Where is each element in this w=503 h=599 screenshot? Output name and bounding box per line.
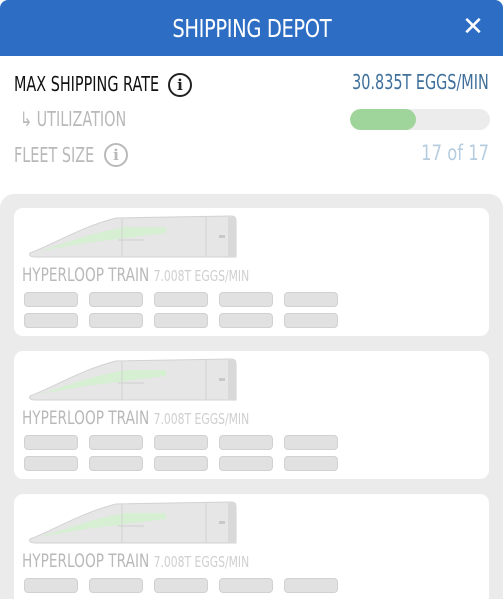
- vehicle-card[interactable]: HYPERLOOP TRAIN 7.008T EGGS/MIN: [14, 494, 489, 599]
- train-car-slot[interactable]: [284, 578, 338, 593]
- vehicle-rate: 7.008T EGGS/MIN: [153, 553, 250, 571]
- fleet-size-value: 17 of 17: [421, 141, 489, 165]
- utilization-bar-fill: [350, 109, 416, 130]
- vehicle-rate: 7.008T EGGS/MIN: [153, 267, 250, 285]
- vehicle-name: HYPERLOOP TRAIN: [22, 550, 150, 572]
- max-shipping-rate-label: MAX SHIPPING RATE: [14, 72, 160, 96]
- train-car-slot[interactable]: [154, 456, 208, 471]
- train-car-slot[interactable]: [284, 313, 338, 328]
- train-car-slot[interactable]: [89, 292, 143, 307]
- train-car-slot[interactable]: [154, 313, 208, 328]
- hyperloop-train-icon: [26, 499, 238, 549]
- train-car-slot[interactable]: [89, 313, 143, 328]
- fleet-size-label: FLEET SIZE: [14, 143, 95, 167]
- vehicle-name: HYPERLOOP TRAIN: [22, 407, 150, 429]
- train-car-slot[interactable]: [219, 435, 273, 450]
- vehicle-title: HYPERLOOP TRAIN 7.008T EGGS/MIN: [22, 407, 249, 429]
- panel-title: SHIPPING DEPOT: [172, 13, 331, 43]
- train-car-slot[interactable]: [154, 578, 208, 593]
- train-car-slot[interactable]: [24, 578, 78, 593]
- header-bar: SHIPPING DEPOT ✕: [0, 0, 503, 56]
- train-car-slot[interactable]: [284, 292, 338, 307]
- vehicle-card[interactable]: HYPERLOOP TRAIN 7.008T EGGS/MIN: [14, 208, 489, 336]
- train-car-slot[interactable]: [24, 292, 78, 307]
- hyperloop-train-icon: [26, 356, 238, 406]
- hyperloop-train-icon: [26, 213, 238, 263]
- vehicle-rate: 7.008T EGGS/MIN: [153, 410, 250, 428]
- train-car-slot[interactable]: [284, 435, 338, 450]
- info-icon[interactable]: i: [104, 143, 128, 167]
- vehicle-card[interactable]: HYPERLOOP TRAIN 7.008T EGGS/MIN: [14, 351, 489, 479]
- train-car-slot[interactable]: [24, 313, 78, 328]
- train-car-slot[interactable]: [89, 435, 143, 450]
- utilization-bar: [350, 109, 490, 130]
- vehicle-list[interactable]: HYPERLOOP TRAIN 7.008T EGGS/MIN HYPERLOO…: [0, 194, 503, 599]
- vehicle-name: HYPERLOOP TRAIN: [22, 264, 150, 286]
- train-car-slot[interactable]: [219, 578, 273, 593]
- train-car-slot[interactable]: [219, 292, 273, 307]
- train-car-slot[interactable]: [89, 578, 143, 593]
- utilization-label: ↳ UTILIZATION: [20, 107, 127, 131]
- train-car-slot[interactable]: [219, 456, 273, 471]
- train-car-slot[interactable]: [24, 456, 78, 471]
- vehicle-title: HYPERLOOP TRAIN 7.008T EGGS/MIN: [22, 550, 249, 572]
- info-icon[interactable]: i: [168, 73, 192, 97]
- train-car-slot[interactable]: [24, 435, 78, 450]
- train-car-slot[interactable]: [154, 435, 208, 450]
- max-shipping-rate-value: 30.835T EGGS/MIN: [352, 70, 489, 94]
- close-button[interactable]: ✕: [459, 13, 487, 41]
- train-car-slot[interactable]: [89, 456, 143, 471]
- train-car-slot[interactable]: [219, 313, 273, 328]
- train-car-slot[interactable]: [284, 456, 338, 471]
- train-car-slot[interactable]: [154, 292, 208, 307]
- vehicle-title: HYPERLOOP TRAIN 7.008T EGGS/MIN: [22, 264, 249, 286]
- shipping-depot-panel: SHIPPING DEPOT ✕ MAX SHIPPING RATE i 30.…: [0, 0, 503, 599]
